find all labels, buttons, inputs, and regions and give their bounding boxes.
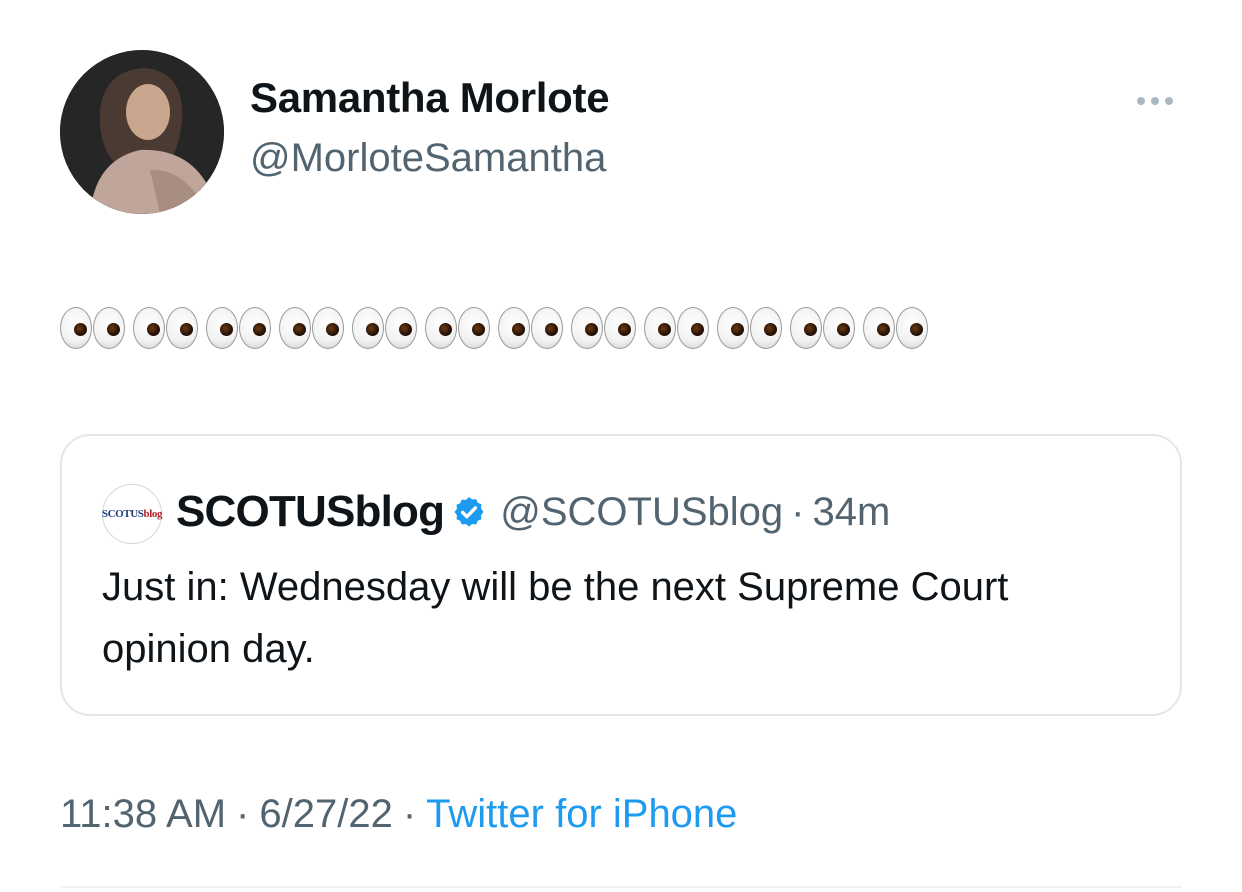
eyes-emoji-icon (571, 307, 636, 349)
quoted-display-name[interactable]: SCOTUSblog (176, 487, 445, 537)
quoted-separator: · (791, 489, 805, 534)
tweet-source-link[interactable]: Twitter for iPhone (426, 792, 737, 836)
quoted-handle[interactable]: @SCOTUSblog (500, 490, 783, 535)
eyes-emoji-icon (60, 307, 125, 349)
eyes-emoji-icon (206, 307, 271, 349)
eyes-emoji-icon (425, 307, 490, 349)
meta-separator: · (236, 792, 250, 836)
more-horizontal-icon (1137, 97, 1173, 105)
quoted-timestamp[interactable]: 34m (812, 490, 890, 535)
quoted-tweet-text: Just in: Wednesday will be the next Supr… (102, 565, 1009, 671)
eyes-emoji-icon (790, 307, 855, 349)
meta-separator: · (402, 792, 417, 836)
author-handle[interactable]: @MorloteSamantha (250, 136, 606, 181)
eyes-emoji-icon (863, 307, 928, 349)
eyes-emoji-icon (279, 307, 344, 349)
tweet-time[interactable]: 11:38 AM (60, 792, 226, 836)
eyes-emoji-icon (498, 307, 563, 349)
eyes-emoji-icon (133, 307, 198, 349)
quoted-avatar-logo-text-red: blog (143, 508, 163, 520)
eyes-emoji-icon (352, 307, 417, 349)
quoted-avatar[interactable]: SCOTUS blog (101, 484, 163, 544)
divider (60, 886, 1182, 888)
eyes-emoji-icon (717, 307, 782, 349)
avatar-photo (60, 50, 224, 214)
verified-badge-icon (452, 495, 486, 529)
tweet-text (60, 296, 928, 360)
quoted-avatar-logo-text: SCOTUS (101, 508, 144, 520)
author-avatar[interactable] (60, 50, 224, 214)
author-display-name[interactable]: Samantha Morlote (250, 74, 610, 122)
tweet-meta: 11:38 AM · 6/27/22 · Twitter for iPhone (60, 792, 737, 837)
quoted-header: SCOTUSblog @SCOTUSblog · 34m (176, 484, 890, 540)
more-options-button[interactable] (1126, 86, 1184, 116)
eyes-emoji-icon (644, 307, 709, 349)
tweet-date[interactable]: 6/27/22 (259, 792, 392, 836)
quoted-tweet-card[interactable]: SCOTUS blog SCOTUSblog @SCOTUSblog · 34m … (60, 434, 1182, 716)
